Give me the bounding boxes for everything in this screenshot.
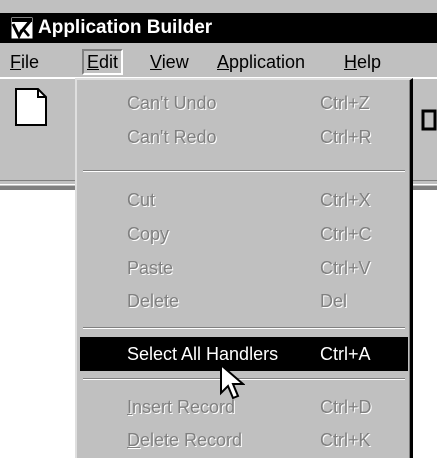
- menu-item-copy[interactable]: Copy Ctrl+C: [80, 217, 408, 251]
- menu-application[interactable]: Application: [217, 51, 305, 73]
- menu-item-cant-undo[interactable]: Can't Undo Ctrl+Z: [80, 86, 408, 120]
- app-builder-icon[interactable]: [10, 16, 34, 40]
- menu-help[interactable]: Help: [344, 51, 381, 73]
- menu-item-delete[interactable]: Delete Del: [80, 284, 408, 318]
- menu-edit[interactable]: Edit: [82, 49, 124, 75]
- menu-item-cant-redo[interactable]: Can't Redo Ctrl+R: [80, 120, 408, 154]
- new-document-icon[interactable]: [14, 87, 48, 127]
- menu-separator: [83, 170, 405, 172]
- menu-file[interactable]: File: [10, 51, 39, 73]
- menu-separator: [83, 327, 405, 329]
- menu-view[interactable]: View: [150, 51, 189, 73]
- menu-item-delete-record[interactable]: Delete Record Ctrl+K: [80, 423, 408, 457]
- arrow-pointer-icon: [220, 363, 245, 400]
- window-title: Application Builder: [38, 17, 213, 38]
- menu-item-cut[interactable]: Cut Ctrl+X: [80, 183, 408, 217]
- toolbar-button-icon[interactable]: [420, 109, 437, 131]
- menu-item-paste[interactable]: Paste Ctrl+V: [80, 251, 408, 285]
- title-bar[interactable]: Application Builder: [0, 13, 437, 43]
- menu-bar: File Edit View Application Help: [0, 45, 437, 77]
